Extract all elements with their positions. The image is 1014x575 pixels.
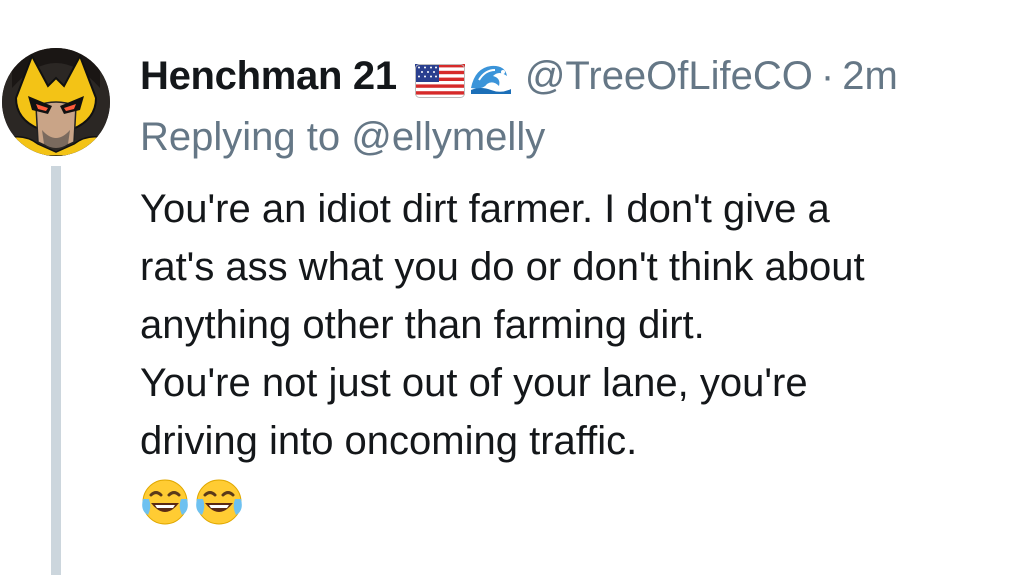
tweet-text-line: You're an idiot dirt farmer. I don't giv… xyxy=(140,187,830,231)
tweet-text-line: driving into oncoming traffic. xyxy=(140,419,638,463)
timestamp[interactable]: 2m xyxy=(842,50,898,102)
face-with-tears-of-joy-icon xyxy=(194,477,244,527)
us-flag-icon xyxy=(414,59,465,98)
face-with-tears-of-joy-icon xyxy=(140,477,190,527)
water-wave-icon xyxy=(469,57,513,95)
tweet-text-line: rat's ass what you do or don't think abo… xyxy=(140,245,865,289)
display-name[interactable]: Henchman 21 xyxy=(140,50,397,102)
replying-to: Replying to @ellymelly xyxy=(140,111,545,163)
tweet-card[interactable]: Henchman 21 @TreeOfLifeCO · 2m Replying … xyxy=(0,0,1014,575)
thread-connector-line xyxy=(51,166,61,575)
emoji-row xyxy=(140,474,1000,530)
replying-to-label: Replying to xyxy=(140,115,352,159)
tweet-text-line: anything other than farming dirt. xyxy=(140,303,705,347)
user-handle[interactable]: @TreeOfLifeCO xyxy=(525,50,813,102)
separator-dot: · xyxy=(820,54,835,98)
tweet-body: You're an idiot dirt farmer. I don't giv… xyxy=(140,180,1000,530)
tweet-text-line: You're not just out of your lane, you're xyxy=(140,361,808,405)
avatar[interactable] xyxy=(2,48,110,156)
replying-to-handle[interactable]: @ellymelly xyxy=(351,115,545,159)
tweet-header: Henchman 21 @TreeOfLifeCO · 2m xyxy=(140,50,898,102)
